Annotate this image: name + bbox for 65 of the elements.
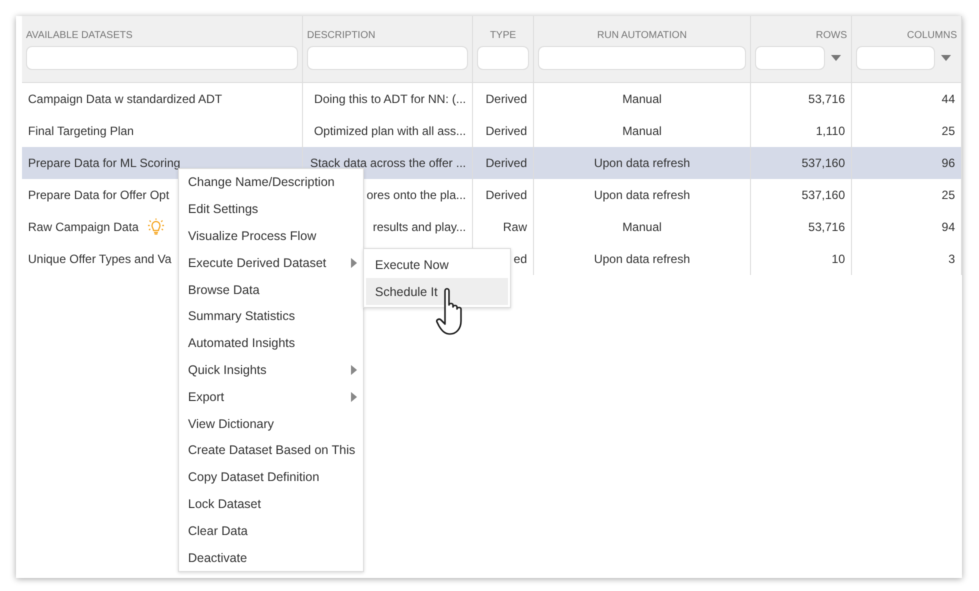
filter-field[interactable] xyxy=(26,46,298,70)
table-cell: Raw xyxy=(502,220,527,234)
table-cell: Final Targeting Plan xyxy=(28,124,134,138)
table-cell: Upon data refresh xyxy=(594,252,690,266)
filter-field[interactable] xyxy=(477,46,529,70)
table-cell: Upon data refresh xyxy=(594,156,690,170)
menu-item[interactable]: Schedule It xyxy=(366,278,508,305)
table-cell: results and play... xyxy=(372,220,466,234)
filter-field[interactable] xyxy=(307,46,468,70)
caret-icon[interactable] xyxy=(831,55,841,61)
table-row[interactable]: Campaign Data w standardized ADT Doing this to ADT for NN: (... Derived Manual 53,716 44 xyxy=(22,83,962,115)
table-cell: 94 xyxy=(942,220,955,234)
column-header[interactable]: DESCRIPTION xyxy=(307,30,376,41)
filter-field[interactable] xyxy=(538,46,746,70)
table-cell: Derived xyxy=(486,156,527,170)
menu-item[interactable]: Create Dataset Based on This xyxy=(179,436,363,464)
menu-item[interactable]: Execute Derived Dataset xyxy=(179,249,363,276)
table-cell: 44 xyxy=(942,92,955,106)
table-cell: Derived xyxy=(486,124,527,138)
table-cell: Upon data refresh xyxy=(594,188,690,202)
caret-icon[interactable] xyxy=(941,55,951,61)
table-cell: Campaign Data w standardized ADT xyxy=(28,92,222,106)
menu-item[interactable]: Automated Insights xyxy=(179,330,363,357)
table-cell: 1,110 xyxy=(816,124,845,138)
column-header[interactable]: TYPE xyxy=(490,30,516,41)
table-cell: Derived xyxy=(486,92,527,106)
menu-item[interactable]: Execute Now xyxy=(366,251,508,278)
filter-field[interactable] xyxy=(856,46,935,70)
menu-item[interactable]: Deactivate xyxy=(179,544,363,571)
menu-item[interactable]: Clear Data xyxy=(179,517,363,544)
table-cell: 25 xyxy=(942,188,955,202)
table-cell: Manual xyxy=(622,92,662,106)
table-cell: Unique Offer Types and Va xyxy=(28,252,172,266)
column-header[interactable]: AVAILABLE DATASETS xyxy=(26,30,133,41)
column-header[interactable]: RUN AUTOMATION xyxy=(597,30,687,41)
column-header[interactable]: COLUMNS xyxy=(906,30,957,41)
table-cell: ed xyxy=(514,252,527,266)
menu-item[interactable]: Quick Insights xyxy=(179,356,363,384)
table-cell: Manual xyxy=(622,124,662,138)
table-cell: Raw Campaign Data xyxy=(28,220,139,234)
table-cell: 53,716 xyxy=(808,220,845,234)
table-cell: 3 xyxy=(948,252,955,266)
table-cell: Prepare Data for Offer Opt xyxy=(28,188,170,202)
table-cell: Manual xyxy=(622,220,662,234)
table-cell: 53,716 xyxy=(808,92,845,106)
table-cell: Derived xyxy=(486,188,527,202)
menu-item[interactable]: Copy Dataset Definition xyxy=(179,464,363,491)
column-header[interactable]: ROWS xyxy=(816,30,847,41)
filter-field[interactable] xyxy=(755,46,825,70)
table-cell: 25 xyxy=(942,124,955,138)
table-cell: Optimized plan with all ass... xyxy=(314,124,466,138)
lightbulb-icon[interactable] xyxy=(146,218,165,236)
menu-item[interactable]: Export xyxy=(179,383,363,410)
menu-item[interactable]: Lock Dataset xyxy=(179,490,363,518)
table-cell: 10 xyxy=(832,252,845,266)
table-cell: Doing this to ADT for NN: (... xyxy=(314,92,466,106)
table-cell: 96 xyxy=(942,156,955,170)
table-cell: 537,160 xyxy=(802,188,845,202)
table-cell: Stack data across the offer ... xyxy=(310,156,466,170)
table-cell: 537,160 xyxy=(802,156,845,170)
table-cell: Prepare Data for ML Scoring xyxy=(28,156,180,170)
table-cell: ores onto the pla... xyxy=(366,188,466,202)
menu-item[interactable]: View Dictionary xyxy=(179,410,363,437)
menu-item[interactable]: Summary Statistics xyxy=(179,302,363,330)
menu-item[interactable]: Browse Data xyxy=(179,276,363,303)
